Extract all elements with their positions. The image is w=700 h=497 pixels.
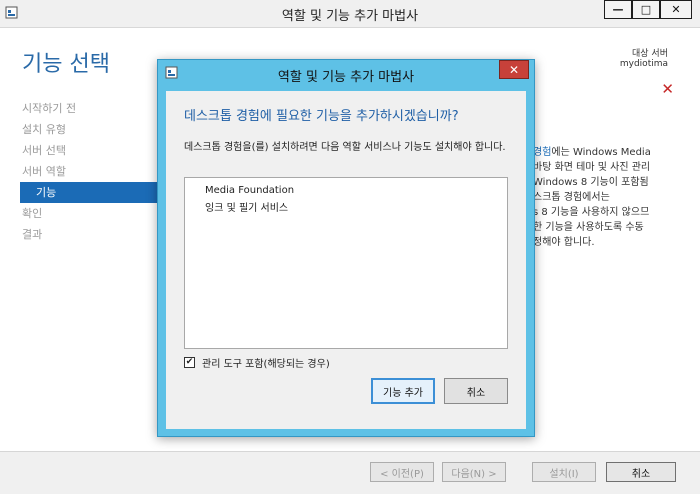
minimize-button[interactable]: —: [604, 0, 632, 19]
install-button[interactable]: 설치(I): [532, 462, 596, 482]
include-management-tools-label: 관리 도구 포함(해당되는 경우): [202, 359, 330, 370]
destination-server-name: mydiotima: [619, 59, 668, 69]
header-close-icon[interactable]: ✕: [661, 80, 674, 98]
wizard-footer: < 이전(P) 다음(N) > 설치(I) 취소: [0, 451, 700, 494]
maximize-button[interactable]: □: [632, 0, 660, 19]
minimize-icon: —: [612, 3, 624, 16]
dialog-description: 데스크톱 경험을(를) 설치하려면 다음 역할 서비스나 기능도 설치해야 합니…: [184, 142, 506, 153]
previous-button[interactable]: < 이전(P): [370, 462, 434, 482]
checkmark-icon: ✔: [185, 357, 194, 367]
description-link[interactable]: 경험: [533, 147, 551, 158]
dialog-title: 역할 및 기능 추가 마법사: [277, 70, 415, 85]
feature-description: 경험에는 Windows Media 바탕 화면 테마 및 사진 관리 Wind…: [533, 145, 700, 250]
add-features-button[interactable]: 기능 추가: [371, 378, 435, 404]
next-button[interactable]: 다음(N) >: [442, 462, 506, 482]
description-line: Windows 8 기능이 포함됨: [533, 177, 649, 188]
page-title: 기능 선택: [22, 52, 110, 77]
close-icon: ✕: [671, 3, 681, 16]
description-line: 정해야 합니다.: [533, 237, 595, 248]
destination-server-label: 대상 서버: [632, 49, 668, 59]
close-button[interactable]: ✕: [660, 0, 692, 19]
dialog-close-button[interactable]: ✕: [499, 60, 529, 79]
description-line: 스크톱 경험에서는: [533, 192, 610, 203]
maximize-icon: □: [640, 3, 652, 16]
list-item: Media Foundation: [205, 185, 295, 196]
step-confirmation[interactable]: 확인: [8, 203, 162, 224]
required-features-list[interactable]: Media Foundation 잉크 및 필기 서비스: [184, 177, 508, 349]
add-features-dialog: 역할 및 기능 추가 마법사 ✕ 데스크톱 경험에 필요한 기능을 추가하시겠습…: [157, 59, 535, 437]
description-line: 바탕 화면 테마 및 사진 관리: [533, 162, 651, 173]
description-line: 에는 Windows Media: [551, 147, 651, 158]
step-installation-type[interactable]: 설치 유형: [8, 119, 162, 140]
step-results[interactable]: 결과: [8, 224, 162, 245]
window-titlebar: 역할 및 기능 추가 마법사 — □ ✕: [0, 0, 700, 28]
dialog-body: 데스크톱 경험에 필요한 기능을 추가하시겠습니까? 데스크톱 경험을(를) 설…: [166, 91, 526, 429]
include-management-tools-checkbox[interactable]: ✔: [184, 357, 195, 368]
dialog-cancel-button[interactable]: 취소: [444, 378, 508, 404]
step-features[interactable]: 기능: [20, 182, 175, 203]
description-line: 한 기능을 사용하도록 수동: [533, 222, 644, 233]
description-line: s 8 기능을 사용하지 않으므: [533, 207, 650, 218]
list-item: 잉크 및 필기 서비스: [205, 203, 289, 214]
wizard-cancel-button[interactable]: 취소: [606, 462, 676, 482]
include-tools-option[interactable]: ✔ 관리 도구 포함(해당되는 경우): [184, 355, 330, 370]
wizard-steps: 시작하기 전 설치 유형 서버 선택 서버 역할 기능 확인 결과: [20, 98, 175, 245]
step-before-you-begin[interactable]: 시작하기 전: [8, 98, 162, 119]
window-title: 역할 및 기능 추가 마법사: [281, 9, 419, 24]
step-server-selection[interactable]: 서버 선택: [8, 140, 162, 161]
dialog-question: 데스크톱 경험에 필요한 기능을 추가하시겠습니까?: [184, 109, 459, 124]
close-icon: ✕: [508, 62, 520, 77]
step-server-roles[interactable]: 서버 역할: [8, 161, 162, 182]
